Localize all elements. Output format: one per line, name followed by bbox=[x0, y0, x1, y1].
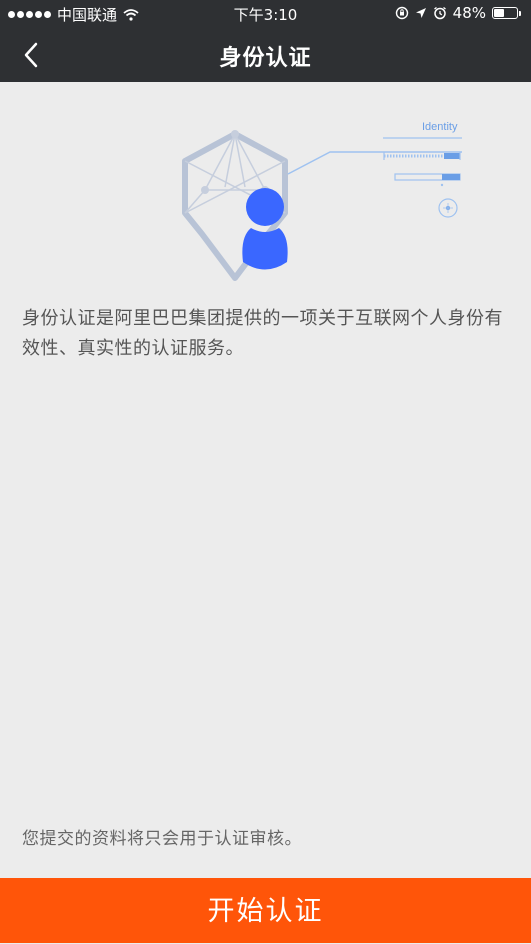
identity-illustration: Identity bbox=[182, 121, 462, 281]
start-verification-button[interactable]: 开始认证 bbox=[0, 878, 531, 943]
description-text: 身份认证是阿里巴巴集团提供的一项关于互联网个人身份有效性、真实性的认证服务。 bbox=[22, 308, 503, 359]
battery-percent: 48% bbox=[452, 4, 486, 22]
top-bar: 中国联通 下午3:10 48% 身份认证 bbox=[0, 0, 531, 82]
battery-fill bbox=[494, 9, 504, 17]
rotation-lock-icon bbox=[395, 6, 408, 20]
slider-row bbox=[394, 173, 461, 187]
nav-bar: 身份认证 bbox=[0, 28, 531, 82]
page-title: 身份认证 bbox=[219, 46, 312, 71]
identity-label: Identity bbox=[422, 121, 458, 133]
status-bar: 中国联通 下午3:10 48% bbox=[0, 0, 531, 28]
node-dot bbox=[231, 130, 239, 138]
node-dot bbox=[201, 186, 209, 194]
battery-icon bbox=[492, 7, 521, 19]
privacy-note: 您提交的资料将只会用于认证审核。 bbox=[22, 829, 302, 849]
alarm-icon bbox=[433, 6, 446, 20]
avatar-head bbox=[246, 188, 284, 226]
location-arrow-icon bbox=[415, 8, 426, 18]
avatar-body bbox=[242, 228, 288, 270]
target-icon bbox=[438, 198, 458, 218]
status-right: 48% bbox=[395, 4, 521, 22]
progress-row bbox=[383, 152, 461, 160]
